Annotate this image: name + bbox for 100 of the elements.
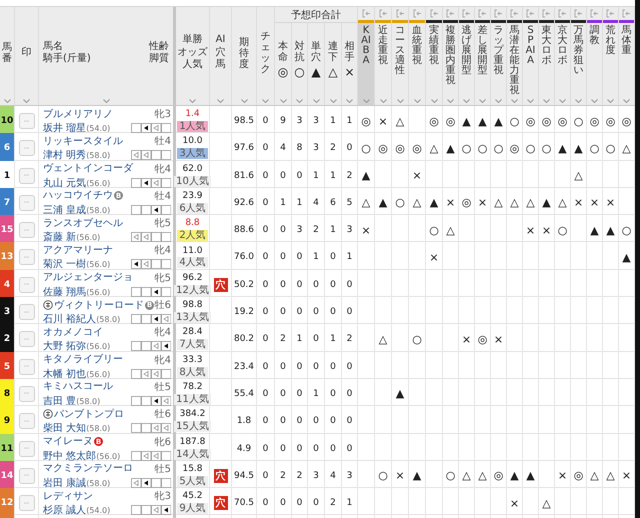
horse-name-link[interactable]: キミハスコール	[43, 381, 113, 392]
bracket-arrow-icon[interactable]	[462, 9, 471, 18]
chevron-down-icon[interactable]	[262, 99, 269, 103]
column-header-tab[interactable]: ラップ重視	[494, 26, 504, 76]
chevron-down-icon[interactable]	[217, 99, 224, 103]
chevron-down-icon[interactable]	[396, 99, 404, 103]
chevron-down-icon[interactable]	[312, 99, 320, 103]
chevron-down-icon[interactable]	[430, 99, 438, 103]
chevron-down-icon[interactable]	[447, 99, 454, 103]
mark-count: 4	[330, 470, 336, 481]
horse-name-link[interactable]: ランスオブセヘル	[43, 218, 123, 229]
column-header-tab[interactable]: 万馬券狙い	[574, 26, 584, 76]
column-header-tab[interactable]: 馬体重	[622, 26, 632, 56]
ai-pick-badge: 穴	[214, 278, 228, 292]
check-count: 0	[262, 307, 268, 318]
chevron-down-icon[interactable]	[380, 99, 386, 103]
bracket-arrow-icon[interactable]	[430, 9, 438, 18]
chevron-down-icon[interactable]	[296, 99, 303, 103]
jockey-weight: (56.0)	[76, 233, 100, 242]
chevron-down-icon[interactable]	[362, 99, 370, 103]
popularity-badge: 15人気	[174, 421, 211, 432]
mark-count: 4	[313, 198, 319, 208]
horse-name-link[interactable]: マイレーヌ	[43, 436, 93, 448]
chevron-down-icon[interactable]	[240, 99, 248, 103]
prediction-mark: ○	[462, 142, 472, 154]
horse-name-link[interactable]: キタノライブリー	[43, 354, 123, 366]
column-header-tab[interactable]: 荒れ度	[606, 26, 616, 56]
prediction-mark: ○	[574, 116, 584, 126]
bracket-arrow-icon[interactable]	[378, 9, 388, 18]
column-header-tab[interactable]: SPAIA	[526, 26, 536, 66]
bracket-arrow-icon[interactable]	[396, 9, 404, 18]
mark-count: 0	[296, 416, 302, 426]
win-odds: 23.9	[182, 192, 203, 202]
prediction-mark: △	[510, 197, 519, 208]
column-header-tab[interactable]: 血統重視	[412, 26, 422, 66]
column-header-tab[interactable]: 差し展開型	[478, 26, 488, 76]
horse-name-link[interactable]: ハッコウイチウ	[43, 190, 113, 202]
bracket-arrow-icon[interactable]	[606, 9, 615, 18]
bracket-arrow-icon[interactable]	[446, 9, 455, 18]
column-header-tab[interactable]: 逃げ展開型	[462, 26, 472, 76]
chevron-down-icon[interactable]	[591, 99, 598, 103]
horse-name-link[interactable]: マクミランテソーロ	[43, 463, 133, 474]
sex-age: 牝3	[154, 108, 171, 121]
mark-count: 2	[313, 225, 319, 236]
chevron-down-icon[interactable]	[527, 99, 534, 103]
mark-count: 1	[346, 252, 352, 262]
horse-name-link[interactable]: ヴィクトリーロード	[54, 300, 144, 311]
bracket-arrow-icon[interactable]	[558, 9, 567, 18]
chevron-down-icon[interactable]	[559, 99, 566, 103]
column-header: AI	[216, 34, 226, 46]
column-header-tab[interactable]: 複勝圏内重視	[446, 26, 456, 86]
chevron-down-icon[interactable]	[575, 99, 582, 103]
bracket-arrow-icon[interactable]	[510, 9, 519, 18]
horse-name-link[interactable]: リッキースタイル	[43, 136, 123, 147]
chevron-down-icon[interactable]	[330, 99, 336, 103]
bracket-arrow-icon[interactable]	[590, 9, 599, 18]
column-header-tab[interactable]: 近走重視	[378, 26, 388, 66]
chevron-down-icon[interactable]	[102, 99, 110, 103]
bracket-arrow-icon[interactable]	[542, 9, 551, 18]
horse-name-link[interactable]: ブルメリアリノ	[43, 108, 113, 120]
column-header-tab[interactable]: 東大ロボ	[542, 26, 552, 66]
check-count: 0	[262, 334, 268, 344]
chevron-down-icon[interactable]	[23, 99, 30, 103]
bracket-arrow-icon[interactable]	[362, 9, 370, 18]
chevron-down-icon[interactable]	[463, 99, 470, 103]
column-header-tab[interactable]: 調教	[590, 26, 600, 46]
prediction-mark: ◎	[412, 142, 422, 154]
chevron-down-icon[interactable]	[280, 99, 286, 103]
chevron-down-icon[interactable]	[414, 99, 420, 103]
horse-name-link[interactable]: アクアマリーナ	[43, 244, 113, 256]
chevron-down-icon[interactable]	[623, 99, 630, 103]
horse-name-link[interactable]: オカメノコイ	[43, 326, 103, 338]
prediction-mark: ▲	[526, 470, 535, 482]
chevron-down-icon[interactable]	[346, 99, 353, 103]
column-header-tab[interactable]: 実績重視	[429, 26, 439, 66]
horse-name-link[interactable]: ヴェントインコーダ	[43, 163, 133, 174]
chevron-down-icon[interactable]	[479, 99, 486, 103]
prediction-mark: △	[396, 116, 404, 126]
bracket-arrow-icon[interactable]	[494, 9, 503, 18]
chevron-down-icon[interactable]	[511, 99, 518, 103]
prediction-mark: ×	[446, 197, 456, 208]
chevron-down-icon[interactable]	[4, 99, 10, 103]
horse-name-link[interactable]: アルジェンタージョ	[43, 272, 133, 284]
bracket-arrow-icon[interactable]	[478, 9, 487, 18]
column-header-tab[interactable]: コース適性	[395, 26, 405, 76]
horse-name-link[interactable]: レディサン	[43, 490, 93, 502]
chevron-down-icon[interactable]	[189, 99, 196, 103]
bracket-arrow-icon[interactable]	[526, 9, 535, 18]
chevron-down-icon[interactable]	[607, 99, 614, 103]
chevron-down-icon[interactable]	[543, 99, 550, 103]
check-count: 0	[262, 444, 268, 454]
bracket-arrow-icon[interactable]	[574, 9, 583, 18]
bracket-arrow-icon[interactable]	[412, 9, 422, 18]
horse-name-link[interactable]: バンブトンプロ	[54, 408, 124, 420]
prediction-mark: ▲	[378, 197, 388, 208]
mark-count: 0	[296, 498, 302, 508]
column-header-tab[interactable]: 京大ロボ	[558, 26, 568, 66]
bracket-arrow-icon[interactable]	[622, 9, 631, 18]
column-header-tab[interactable]: 馬潜在能力重視	[510, 26, 520, 96]
chevron-down-icon[interactable]	[495, 99, 502, 103]
